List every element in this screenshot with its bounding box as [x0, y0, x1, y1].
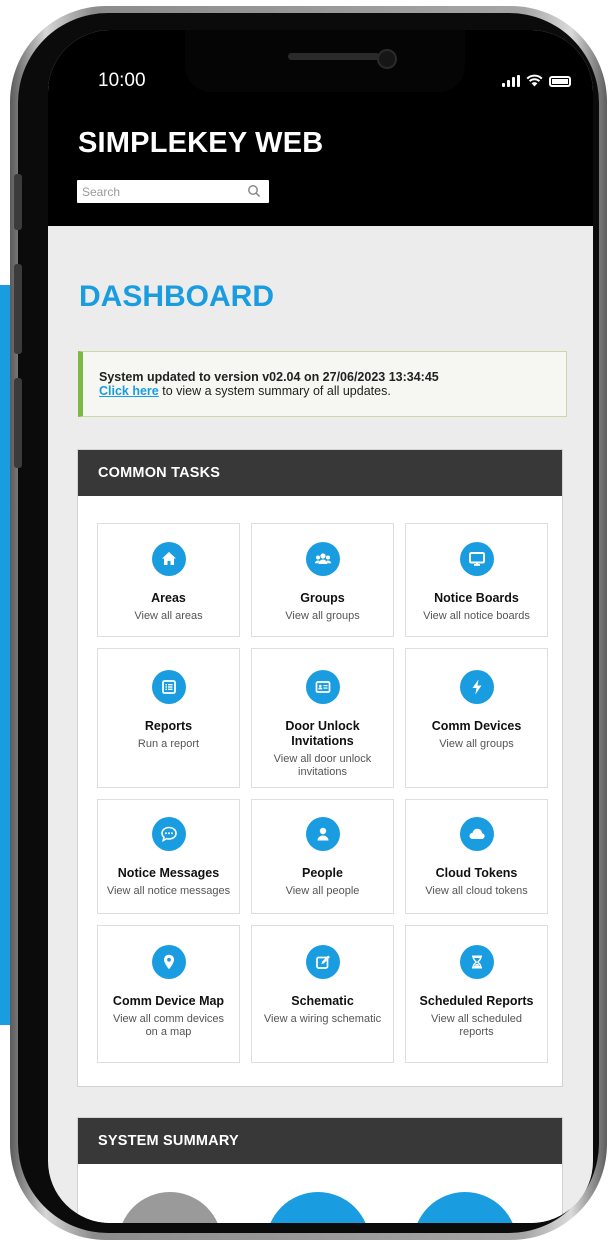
tile-comm-devices[interactable]: Comm Devices View all groups — [405, 648, 548, 788]
map-pin-icon — [152, 945, 186, 979]
app-title: SIMPLEKEY WEB — [78, 127, 324, 159]
tile-description: View all people — [285, 885, 360, 897]
tile-groups[interactable]: Groups View all groups — [251, 523, 394, 637]
edit-icon — [306, 945, 340, 979]
phone-frame: 10:00 SIMPLEKEY WEB Search DASHBOARD Sys… — [10, 6, 607, 1240]
tile-title: Groups — [300, 591, 345, 605]
system-summary-panel: SYSTEM SUMMARY — [77, 1117, 563, 1223]
page-title: DASHBOARD — [79, 280, 274, 313]
hourglass-icon — [460, 945, 494, 979]
summary-chart-gray — [118, 1192, 222, 1223]
tile-description: View all areas — [134, 610, 203, 622]
tile-title: Cloud Tokens — [435, 866, 518, 880]
tile-description: View all cloud tokens — [425, 885, 528, 897]
tile-title: Reports — [144, 719, 193, 733]
tile-description: View all comm devices on a map — [112, 1013, 225, 1038]
summary-chart-blue — [266, 1192, 370, 1223]
tile-cloud-tokens[interactable]: Cloud Tokens View all cloud tokens — [405, 799, 548, 914]
update-notice: System updated to version v02.04 on 27/0… — [78, 351, 567, 417]
tile-description: View all notice messages — [106, 885, 231, 897]
search-input[interactable] — [77, 180, 245, 203]
phone-notch — [185, 30, 465, 92]
person-icon — [306, 817, 340, 851]
phone-speaker — [288, 53, 380, 60]
tile-title: People — [302, 866, 343, 880]
battery-icon — [549, 76, 571, 87]
tile-title: Areas — [151, 591, 186, 605]
id-card-icon — [306, 670, 340, 704]
tile-schematic[interactable]: Schematic View a wiring schematic — [251, 925, 394, 1063]
tile-description: View all notice boards — [423, 610, 530, 622]
tile-description: Run a report — [137, 738, 200, 750]
bolt-icon — [460, 670, 494, 704]
signal-icon — [502, 75, 520, 87]
phone-camera — [377, 49, 397, 69]
phone-volume-down-button — [14, 378, 22, 468]
summary-chart-blue-2 — [413, 1192, 517, 1223]
tile-description: View a wiring schematic — [263, 1013, 382, 1025]
update-link-suffix: to view a system summary of all updates. — [158, 384, 391, 398]
search-icon[interactable] — [247, 184, 261, 198]
tile-description: View all groups — [439, 738, 514, 750]
users-icon — [306, 542, 340, 576]
tile-notice-messages[interactable]: Notice Messages View all notice messages — [97, 799, 240, 914]
wifi-icon — [526, 74, 543, 87]
cloud-icon — [460, 817, 494, 851]
tile-title: Schematic — [291, 994, 354, 1008]
chat-icon — [152, 817, 186, 851]
tile-description: View all groups — [285, 610, 360, 622]
tile-title: Comm Device Map — [112, 994, 225, 1008]
tile-scheduled-reports[interactable]: Scheduled Reports View all scheduled rep… — [405, 925, 548, 1063]
tile-title: Notice Boards — [434, 591, 519, 605]
common-tasks-panel: COMMON TASKS Areas View all areas Groups… — [77, 449, 563, 1087]
tile-description: View all scheduled reports — [431, 1013, 522, 1038]
tile-title: Notice Messages — [117, 866, 220, 880]
tile-title: Door Unlock Invitations — [285, 719, 360, 748]
status-time: 10:00 — [98, 70, 146, 91]
tile-comm-device-map[interactable]: Comm Device Map View all comm devices on… — [97, 925, 240, 1063]
tile-title: Scheduled Reports — [419, 994, 534, 1008]
system-summary-heading: SYSTEM SUMMARY — [78, 1118, 562, 1164]
home-icon — [152, 542, 186, 576]
tile-title: Comm Devices — [431, 719, 522, 733]
phone-screen: 10:00 SIMPLEKEY WEB Search DASHBOARD Sys… — [48, 30, 593, 1223]
tile-reports[interactable]: Reports Run a report — [97, 648, 240, 788]
tile-description: View all door unlock invitations — [273, 753, 372, 778]
common-tasks-heading: COMMON TASKS — [78, 450, 562, 496]
system-summary-link[interactable]: Click here — [99, 384, 159, 398]
tile-people[interactable]: People View all people — [251, 799, 394, 914]
status-icons — [502, 74, 571, 87]
phone-volume-up-button — [14, 264, 22, 354]
tile-notice-boards[interactable]: Notice Boards View all notice boards — [405, 523, 548, 637]
update-link-line: Click here to view a system summary of a… — [99, 384, 566, 398]
list-icon — [152, 670, 186, 704]
tile-door-unlock-invitations[interactable]: Door Unlock Invitations View all door un… — [251, 648, 394, 788]
update-message: System updated to version v02.04 on 27/0… — [99, 370, 439, 384]
tile-areas[interactable]: Areas View all areas — [97, 523, 240, 637]
monitor-icon — [460, 542, 494, 576]
search-box — [77, 180, 269, 203]
phone-mute-switch — [14, 174, 22, 230]
